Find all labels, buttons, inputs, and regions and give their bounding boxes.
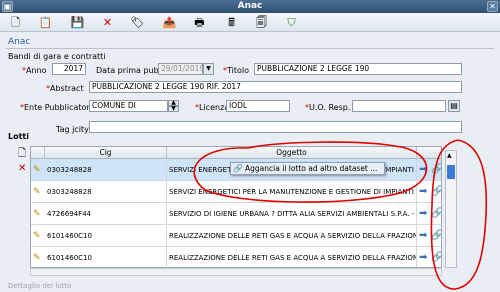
- titolo-field[interactable]: PUBBLICAZIONE 2 LEGGE 190: [254, 63, 462, 75]
- abstract-field[interactable]: PUBBLICAZIONE 2 LEGGE 190 RIF. 2017: [89, 81, 462, 93]
- calculator-icon[interactable]: 🖩: [224, 15, 239, 30]
- abstract-label: *Abstract: [46, 84, 84, 93]
- table-header: Cig Oggetto: [31, 147, 441, 159]
- cig-cell: 6101460C10: [47, 225, 167, 247]
- context-menu-item[interactable]: 🔗 Aggancia il lotto ad altro dataset ...: [230, 162, 385, 175]
- edit-pencil-icon[interactable]: ✎: [33, 253, 43, 263]
- delete-lotto-icon[interactable]: ✕: [18, 163, 26, 174]
- ente-pubblicatore-field[interactable]: COMUNE DI: [89, 100, 168, 112]
- header-cig[interactable]: Cig: [45, 147, 167, 159]
- shield-icon[interactable]: ⛉: [284, 15, 299, 30]
- delete-icon[interactable]: ✕: [100, 15, 115, 30]
- attach-icon[interactable]: 🔗: [431, 252, 441, 264]
- link-arrow-icon[interactable]: ➡: [419, 186, 427, 198]
- dettaglio-lotto-label: Dettaglio del lotto: [8, 282, 72, 290]
- attach-icon[interactable]: 🔗: [431, 208, 441, 220]
- scroll-up-icon[interactable]: ▲: [447, 152, 452, 159]
- app-menu-icon[interactable]: ▣: [2, 1, 13, 12]
- new-doc-icon[interactable]: 🗋: [8, 15, 23, 30]
- cig-cell: 0303248828: [47, 181, 167, 203]
- link-arrow-icon[interactable]: ➡: [419, 230, 427, 242]
- header-oggetto[interactable]: Oggetto: [167, 147, 417, 159]
- app-title: Anac: [8, 37, 31, 47]
- export-icon[interactable]: 📤: [162, 15, 177, 30]
- oggetto-cell: SERVIZIO DI IGIENE URBANA ? DITTA ALIA S…: [169, 203, 417, 225]
- scrollbar-thumb[interactable]: [447, 165, 455, 179]
- print-icon[interactable]: 🖶: [192, 15, 207, 30]
- uo-resp-label: *U.O. Resp.: [305, 103, 351, 112]
- uo-resp-field[interactable]: [352, 100, 446, 112]
- table-row[interactable]: ✎ 6101460C10 REALIZZAZIONE DELLE RETI GA…: [31, 247, 441, 267]
- licenza-field[interactable]: IODL: [226, 100, 290, 112]
- table-row[interactable]: ✎ 0303248828 SERVIZI ENERGETICI PER LA M…: [31, 181, 441, 203]
- toolbar: 🗋 📋 💾 ✕ 🏷 📤 🖶 🖩 🗐 ⛉: [0, 13, 500, 32]
- vertical-scrollbar[interactable]: ▲: [445, 150, 457, 268]
- close-window-button[interactable]: ✕: [487, 1, 498, 12]
- anno-label: *Anno: [22, 66, 47, 75]
- link-arrow-icon[interactable]: ➡: [419, 164, 427, 176]
- attach-icon[interactable]: 🔗: [431, 186, 441, 198]
- data-prima-pubb-field[interactable]: 29/01/2019: [158, 63, 203, 75]
- oggetto-cell: SERVIZI ENERGETICI PER LA MANUTENZIONE E…: [169, 181, 417, 203]
- anno-field[interactable]: 2017: [52, 63, 86, 75]
- context-menu-label: Aggancia il lotto ad altro dataset ...: [245, 164, 378, 173]
- licenza-label: *Licenza: [195, 103, 230, 112]
- cig-cell: 4726694F44: [47, 203, 167, 225]
- stack-icon[interactable]: 🗐: [254, 15, 269, 30]
- link-arrow-icon[interactable]: ➡: [419, 208, 427, 220]
- header-spacer: [31, 147, 45, 159]
- attach-icon[interactable]: 🔗: [431, 164, 441, 176]
- data-prima-pubb-label: Data prima pubb.: [96, 66, 167, 75]
- oggetto-cell: REALIZZAZIONE DELLE RETI GAS E ACQUA A S…: [169, 225, 417, 247]
- edit-pencil-icon[interactable]: ✎: [33, 231, 43, 241]
- table-row[interactable]: ✎ 6101460C10 REALIZZAZIONE DELLE RETI GA…: [31, 225, 441, 247]
- new-lotto-icon[interactable]: 🗋: [18, 146, 26, 163]
- table-row[interactable]: ✎ 4726694F44 SERVIZIO DI IGIENE URBANA ?…: [31, 203, 441, 225]
- window-title: Anac: [237, 1, 263, 11]
- date-dropdown-button[interactable]: ▼: [203, 63, 214, 75]
- tag-jcity-label: Tag jcity: [56, 125, 89, 134]
- group-label: Bandi di gara e contratti: [8, 52, 106, 61]
- copy-icon[interactable]: 📋: [38, 15, 53, 30]
- horizontal-scrollbar[interactable]: [30, 268, 442, 276]
- edit-pencil-icon[interactable]: ✎: [33, 209, 43, 219]
- ente-pubblicatore-label: *Ente Pubblicatore: [20, 103, 95, 112]
- divider: [6, 48, 494, 49]
- cig-cell: 0303248828: [47, 159, 167, 181]
- edit-pencil-icon[interactable]: ✎: [33, 187, 43, 197]
- tag-jcity-field[interactable]: [89, 121, 462, 133]
- attach-icon[interactable]: 🔗: [431, 230, 441, 242]
- uo-lookup-icon[interactable]: ▤: [448, 100, 460, 112]
- link-arrow-icon[interactable]: ➡: [419, 252, 427, 264]
- tag-icon[interactable]: 🏷: [130, 15, 145, 30]
- link-dataset-icon: 🔗: [233, 164, 243, 173]
- cig-cell: 6101460C10: [47, 247, 167, 267]
- window-titlebar: Anac ▣ ✕: [0, 0, 500, 13]
- ente-down-button[interactable]: ▼: [168, 106, 179, 112]
- edit-pencil-icon[interactable]: ✎: [33, 165, 43, 175]
- titolo-label: *Titolo: [223, 66, 250, 75]
- lotti-label: Lotti: [8, 132, 29, 141]
- oggetto-cell: REALIZZAZIONE DELLE RETI GAS E ACQUA A S…: [169, 247, 417, 267]
- save-icon[interactable]: 💾: [70, 15, 85, 30]
